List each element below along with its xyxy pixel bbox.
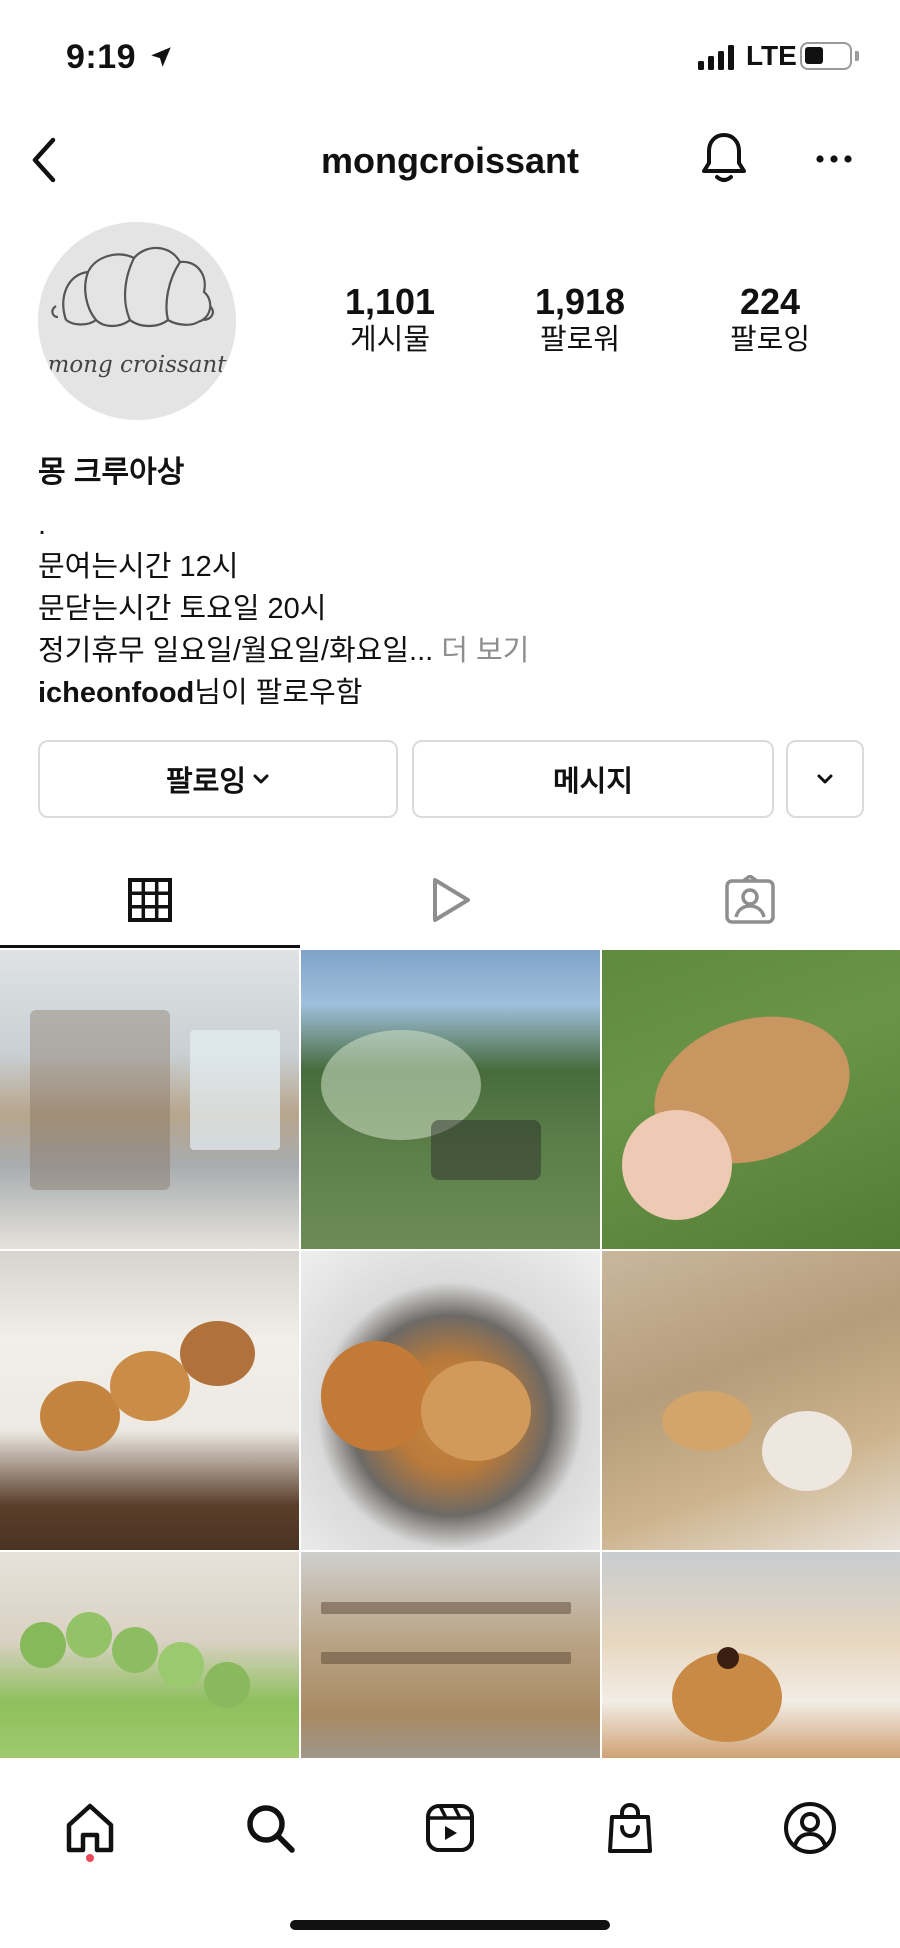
search-icon	[247, 1805, 295, 1853]
reels-play-icon	[433, 878, 470, 922]
stat-posts-label: 게시물	[349, 323, 431, 356]
profile-icon	[784, 1802, 836, 1854]
grid-post-green-grape-bread[interactable]	[0, 1552, 299, 1758]
battery-icon	[800, 42, 852, 70]
grid-post-pastry-boxes[interactable]	[602, 1251, 900, 1550]
shop-icon	[608, 1802, 652, 1853]
grid-post-bakery-shelves[interactable]	[0, 950, 299, 1249]
followed-by-suffix: 님이 팔로우함	[194, 677, 363, 709]
grid-post-bread-racks[interactable]	[301, 1552, 600, 1758]
croissant-logo-icon	[51, 246, 214, 328]
bell-icon[interactable]	[696, 128, 752, 188]
home-indicator[interactable]	[290, 1920, 610, 1930]
status-time: 9:19	[66, 38, 137, 76]
tab-tagged[interactable]	[600, 852, 900, 948]
status-bar: 9:19 LTE	[0, 0, 900, 110]
reels-icon	[426, 1804, 474, 1852]
nav-profile[interactable]	[770, 1788, 850, 1868]
stat-following[interactable]: 224 팔로잉	[680, 282, 860, 359]
tab-posts-grid[interactable]	[0, 852, 300, 948]
stat-posts-count: 1,101	[344, 281, 436, 322]
followed-by[interactable]: icheonfood님이 팔로우함	[38, 672, 868, 714]
profile-bio: 몽 크루아상 . 문여는시간 12시 문닫는시간 토요일 20시 정기휴무 일요…	[38, 452, 868, 714]
nav-search[interactable]	[230, 1788, 310, 1868]
followed-by-user[interactable]: icheonfood	[38, 677, 194, 709]
bio-line: 문여는시간 12시	[38, 551, 239, 583]
profile-actions: 팔로잉 메시지	[38, 740, 864, 818]
stat-followers-label: 팔로워	[539, 323, 621, 356]
avatar[interactable]: mong croissant	[38, 222, 236, 420]
profile-username: mongcroissant	[320, 140, 580, 181]
grid-icon	[128, 878, 172, 922]
stat-following-count: 224	[739, 281, 801, 322]
bio-line: 문닫는시간 토요일 20시	[38, 593, 327, 625]
grid-post-croissant-plate[interactable]	[301, 1251, 600, 1550]
nav-reels[interactable]	[410, 1788, 490, 1868]
home-icon	[66, 1803, 114, 1853]
grid-post-cream-cups[interactable]	[602, 1552, 900, 1758]
profile-tabs	[0, 852, 900, 948]
bio-line: .	[38, 509, 47, 541]
grid-post-cream-buns[interactable]	[0, 1251, 299, 1550]
signal-icon	[698, 44, 734, 70]
battery-cap	[855, 51, 859, 61]
stat-following-label: 팔로잉	[729, 323, 811, 356]
grid-post-almond-croissant[interactable]	[602, 950, 900, 1249]
avatar-logo-text: mong croissant	[47, 352, 227, 378]
chevron-down-icon	[252, 773, 270, 785]
network-label: LTE	[746, 40, 797, 71]
post-grid	[0, 950, 900, 1758]
active-tab-indicator	[0, 945, 300, 948]
profile-display-name: 몽 크루아상	[38, 456, 185, 489]
bio-more-link[interactable]: 더 보기	[441, 635, 529, 667]
chevron-down-icon	[816, 773, 834, 785]
following-button-label: 팔로잉	[165, 766, 247, 798]
suggested-accounts-button[interactable]	[786, 740, 864, 818]
profile-header: mongcroissant	[0, 118, 900, 202]
tagged-icon	[725, 875, 775, 924]
following-button[interactable]: 팔로잉	[38, 740, 398, 818]
tab-reels[interactable]	[300, 852, 600, 948]
message-button[interactable]: 메시지	[412, 740, 774, 818]
profile-stats: 1,101 게시물 1,918 팔로워 224 팔로잉	[300, 282, 860, 359]
more-icon[interactable]	[808, 142, 860, 176]
bio-line: 정기휴무 일요일/월요일/화요일...	[38, 635, 434, 667]
stat-posts[interactable]: 1,101 게시물	[300, 282, 480, 359]
nav-shop[interactable]	[590, 1788, 670, 1868]
location-arrow-icon	[151, 47, 171, 67]
stat-followers[interactable]: 1,918 팔로워	[490, 282, 670, 359]
grid-post-garden[interactable]	[301, 950, 600, 1249]
stat-followers-count: 1,918	[534, 281, 626, 322]
bio-line-last: 정기휴무 일요일/월요일/화요일... 더 보기	[38, 630, 868, 672]
message-button-label: 메시지	[552, 766, 634, 798]
bottom-nav	[0, 1758, 900, 1948]
home-notification-dot	[86, 1854, 94, 1862]
